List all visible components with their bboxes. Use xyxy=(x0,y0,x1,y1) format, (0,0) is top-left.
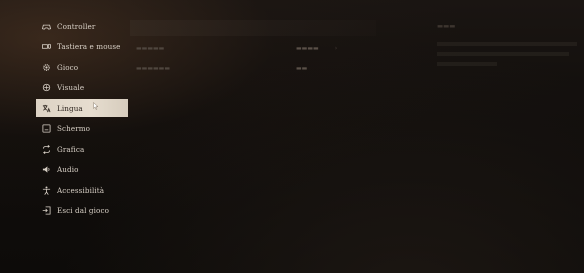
menu-item-label: Schermo xyxy=(57,124,91,133)
menu-item-label: Lingua xyxy=(57,103,83,113)
exit-icon xyxy=(42,206,51,215)
info-panel: ▬▬▬ xyxy=(437,22,577,72)
menu-item-label: Tastiera e mouse xyxy=(57,42,121,51)
menu-item-label: Visuale xyxy=(57,83,85,92)
menu-item-label: Gioco xyxy=(57,62,79,72)
menu-item-visuale[interactable]: Visuale xyxy=(36,79,128,97)
menu-item-keyboard-mouse[interactable]: Tastiera e mouse xyxy=(36,38,128,56)
graphics-icon xyxy=(42,144,51,154)
speaker-icon xyxy=(42,165,51,174)
menu-item-label: Grafica xyxy=(57,144,85,154)
menu-item-controller[interactable]: Controller xyxy=(36,17,128,35)
setting-label-placeholder: ▬▬▬▬▬ xyxy=(136,44,165,52)
info-title-placeholder: ▬▬▬ xyxy=(437,22,456,30)
info-text-line xyxy=(437,42,577,46)
settings-row[interactable]: ▬▬▬▬▬▬ ▬▬ xyxy=(136,60,366,76)
menu-item-gioco[interactable]: Gioco xyxy=(36,58,128,76)
gear-icon xyxy=(42,63,51,72)
menu-item-accessibilita[interactable]: Accessibilità xyxy=(36,181,128,199)
accessibility-icon xyxy=(42,185,51,195)
settings-row[interactable]: ▬▬▬▬▬ ▬▬▬▬ › xyxy=(136,40,366,56)
menu-item-audio[interactable]: Audio xyxy=(36,161,128,179)
pointer-cursor-icon xyxy=(93,102,99,110)
content-header-bar xyxy=(130,20,376,36)
menu-item-esci[interactable]: Esci dal gioco xyxy=(36,202,128,220)
menu-item-label: Audio xyxy=(57,165,79,174)
menu-item-grafica[interactable]: Grafica xyxy=(36,140,128,158)
menu-item-schermo[interactable]: Schermo xyxy=(36,120,128,138)
language-icon xyxy=(42,104,51,113)
camera-icon xyxy=(42,83,51,92)
keyboard-mouse-icon xyxy=(42,42,51,51)
menu-item-lingua[interactable]: Lingua xyxy=(36,99,128,117)
monitor-icon xyxy=(42,124,51,133)
setting-label-placeholder: ▬▬▬▬▬▬ xyxy=(136,64,171,72)
setting-value-placeholder: ▬▬▬▬ xyxy=(296,44,319,52)
menu-item-label: Accessibilità xyxy=(57,185,105,195)
gamepad-icon xyxy=(42,22,51,31)
info-text-line xyxy=(437,62,497,66)
settings-screen: Controller Tastiera e mouse Gioco Visual… xyxy=(0,0,584,273)
menu-item-label: Controller xyxy=(57,21,96,31)
info-text-line xyxy=(437,52,569,56)
menu-item-label: Esci dal gioco xyxy=(57,206,109,215)
setting-value-placeholder: ▬▬ xyxy=(296,64,308,72)
chevron-right-icon: › xyxy=(334,44,338,52)
settings-menu: Controller Tastiera e mouse Gioco Visual… xyxy=(36,17,128,222)
